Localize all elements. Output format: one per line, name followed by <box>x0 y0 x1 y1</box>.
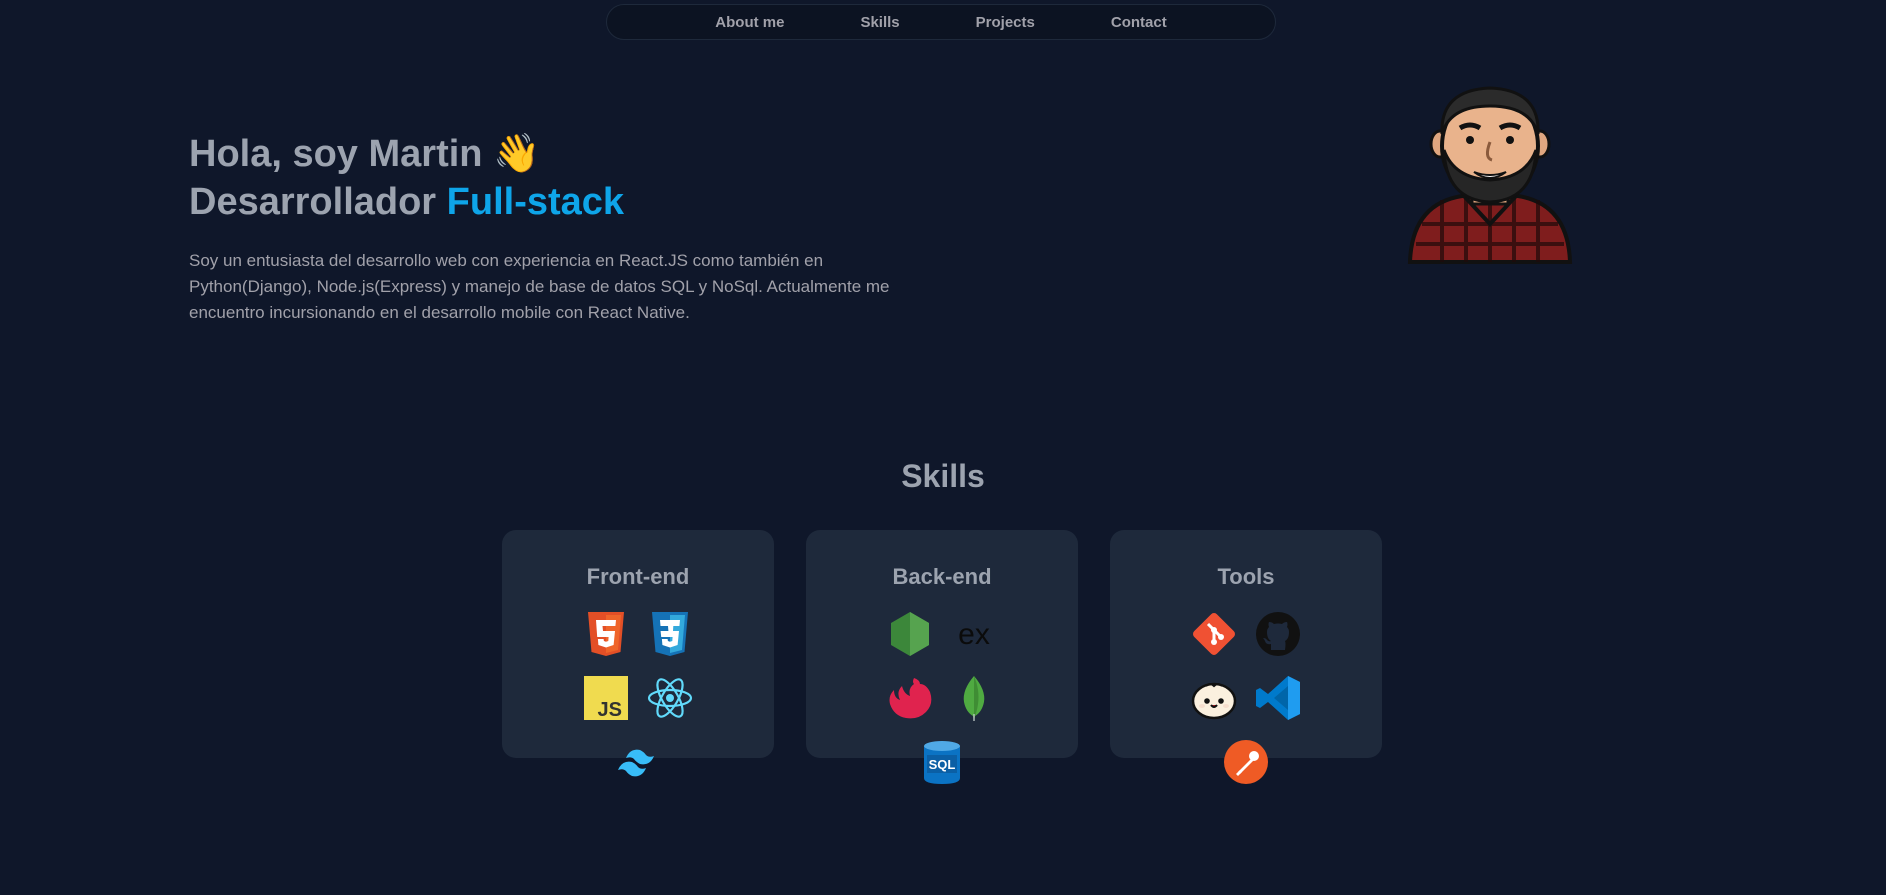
sql-database-icon: SQL <box>918 738 966 786</box>
javascript-icon: JS <box>582 674 630 722</box>
skill-card-tools: Tools <box>1110 530 1382 784</box>
nodejs-icon <box>886 610 934 658</box>
nav-projects[interactable]: Projects <box>938 14 1073 31</box>
skill-card-frontend: Front-end JS <box>502 530 774 777</box>
skill-card-backend: Back-end ex SQL <box>806 530 1078 784</box>
hero-role-prefix: Desarrollador <box>189 181 437 223</box>
hero-heading: Hola, soy Martin 👋 Desarrollador Full-st… <box>189 130 949 226</box>
express-icon: ex <box>950 610 998 658</box>
avatar-illustration <box>1402 84 1578 264</box>
svg-text:SQL: SQL <box>929 757 956 772</box>
nestjs-icon <box>886 674 934 722</box>
nav-skills[interactable]: Skills <box>822 14 937 31</box>
css3-icon <box>646 610 694 658</box>
skills-section-title: Skills <box>901 458 985 494</box>
top-navbar: About me Skills Projects Contact <box>606 4 1276 40</box>
svg-text:ex: ex <box>958 618 990 651</box>
hero-description: Soy un entusiasta del desarrollo web con… <box>189 251 890 322</box>
wave-emoji-icon: 👋 <box>493 133 541 175</box>
vscode-icon <box>1254 674 1302 722</box>
skill-card-title: Back-end <box>892 564 992 589</box>
mongodb-icon <box>950 674 998 722</box>
git-icon <box>1190 610 1238 658</box>
bun-icon <box>1190 674 1238 722</box>
html5-icon <box>582 610 630 658</box>
hero-greeting: Hola, soy Martin <box>189 133 483 175</box>
skill-card-title: Front-end <box>586 564 690 589</box>
hero-role-accent: Full-stack <box>446 181 625 223</box>
svg-text:JS: JS <box>598 699 622 721</box>
react-icon <box>646 674 694 722</box>
nav-contact[interactable]: Contact <box>1073 14 1205 31</box>
nav-about-me[interactable]: About me <box>677 14 822 31</box>
tailwind-icon <box>614 738 662 786</box>
github-icon <box>1254 610 1302 658</box>
postman-icon <box>1222 738 1270 786</box>
skill-card-title: Tools <box>1217 564 1275 589</box>
hero-section: Hola, soy Martin 👋 Desarrollador Full-st… <box>189 130 949 326</box>
